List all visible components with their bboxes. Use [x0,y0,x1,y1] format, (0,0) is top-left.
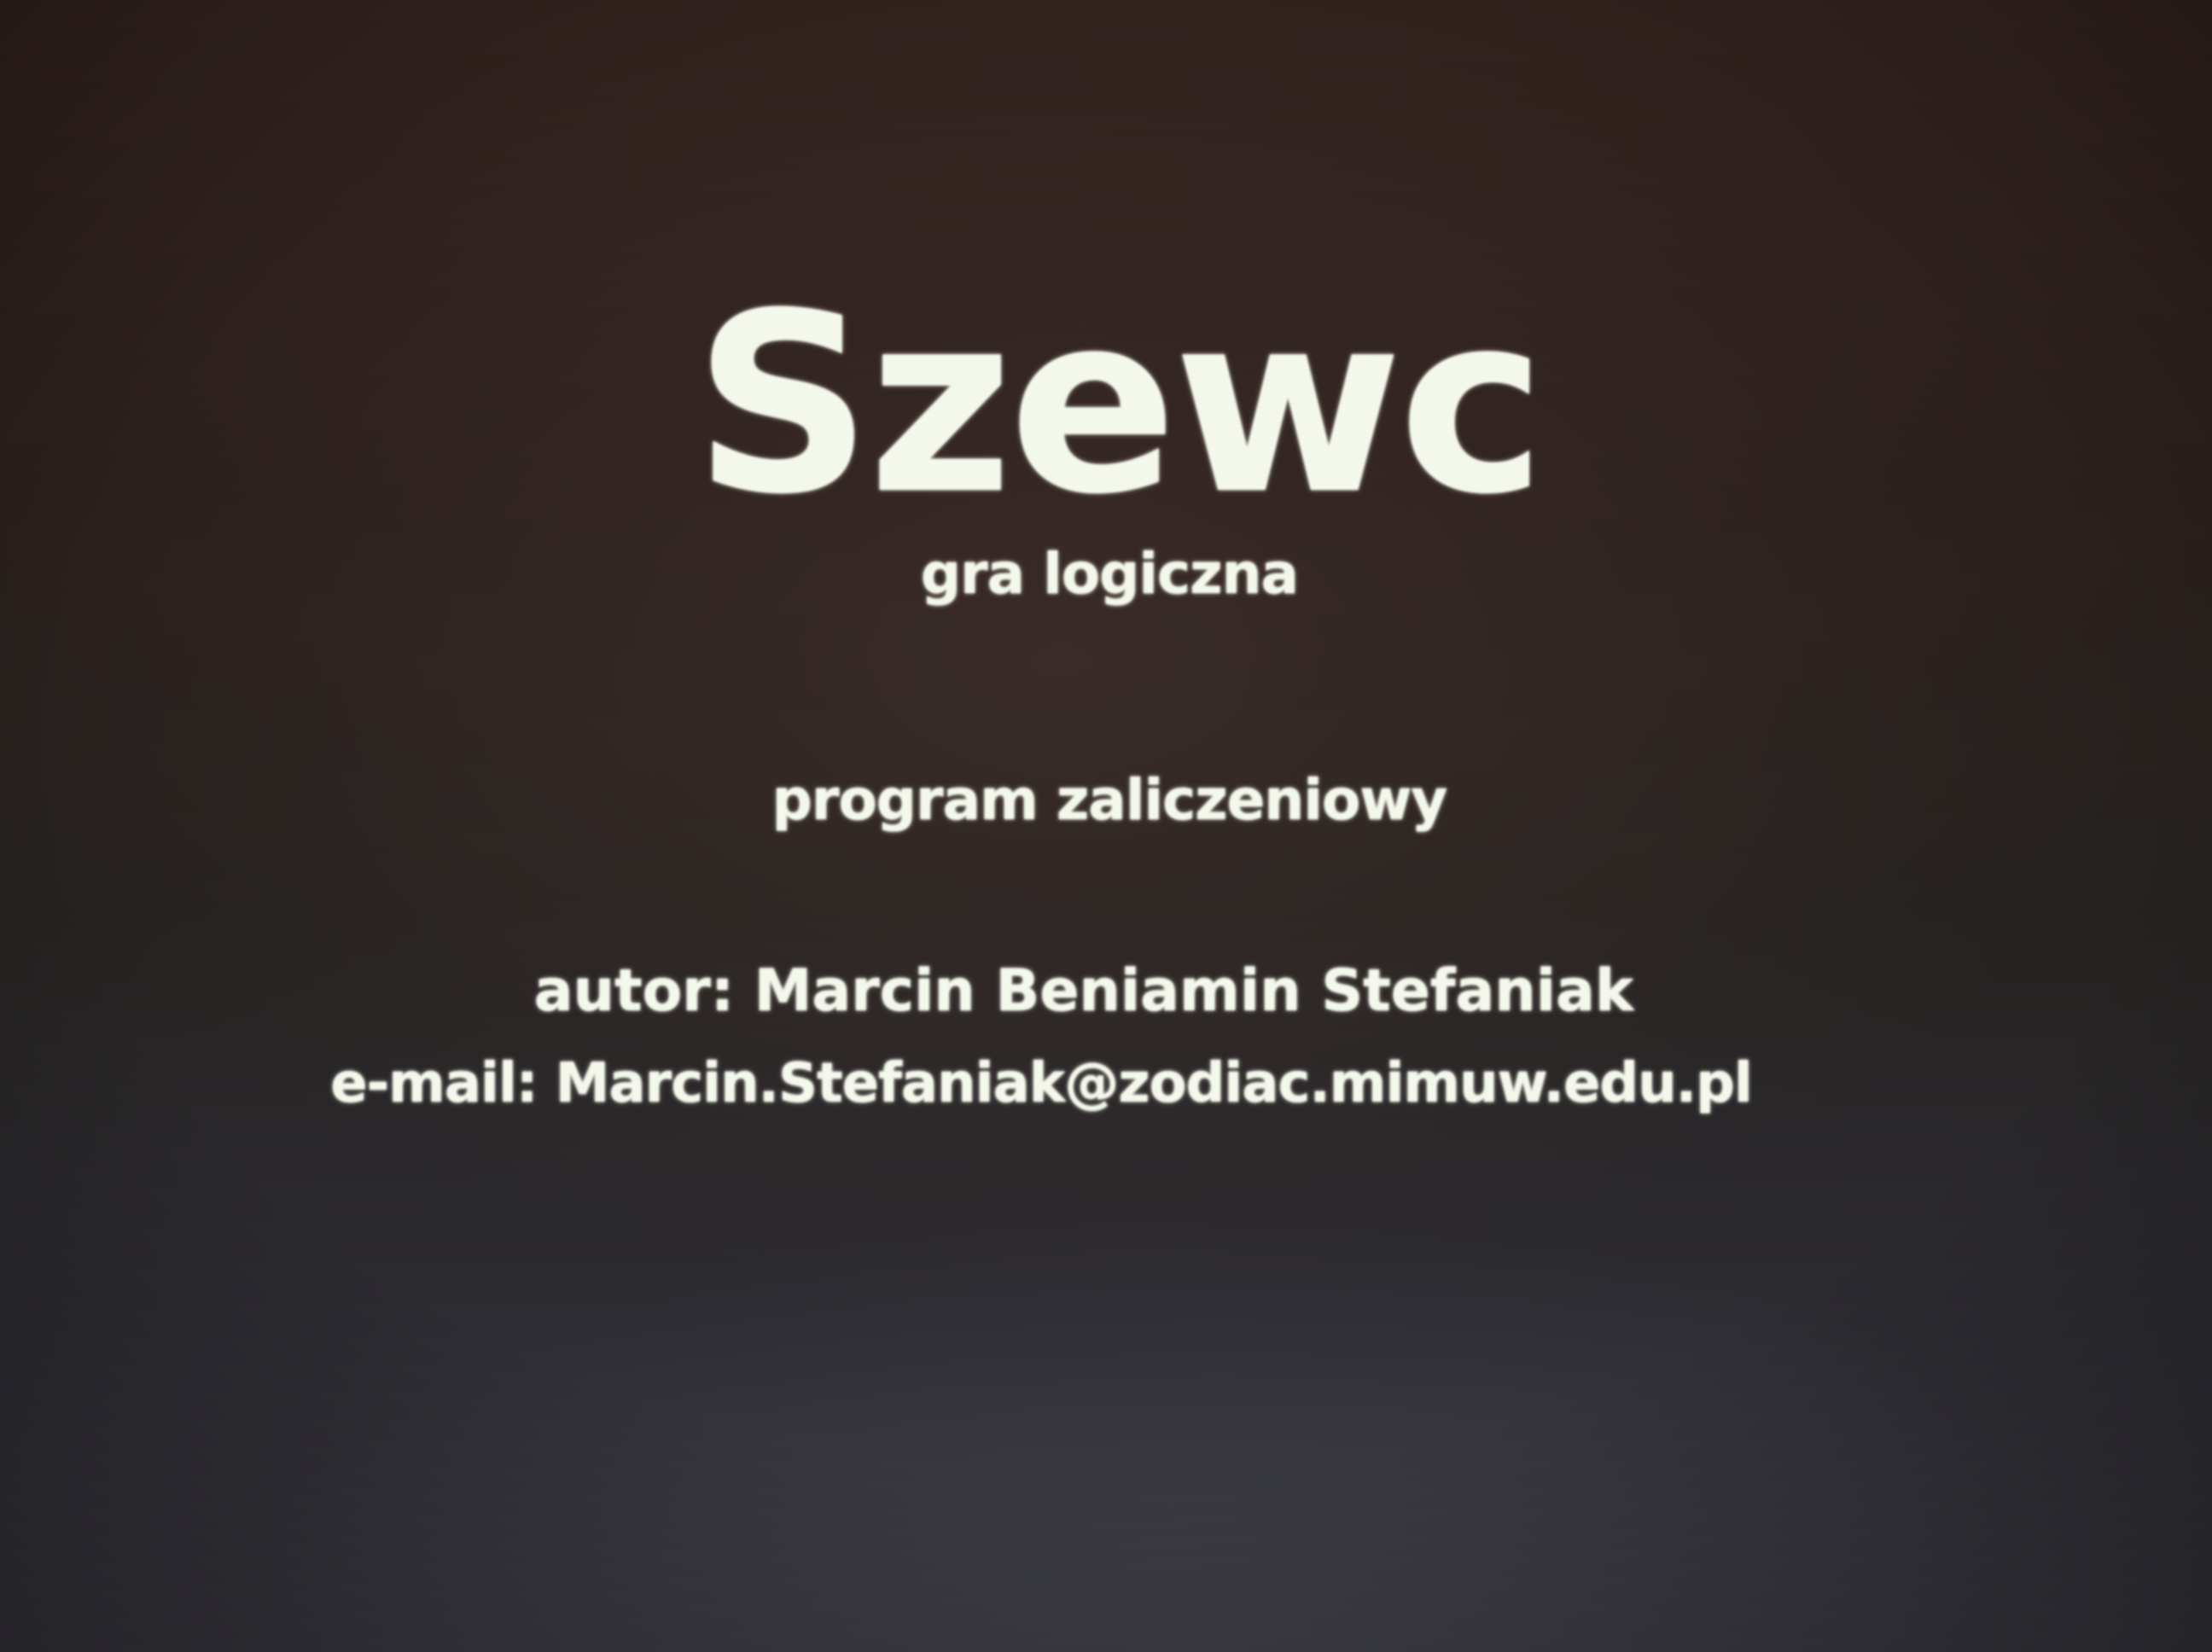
program-note: program zaliczeniowy [771,767,1448,833]
email-line: e-mail: Marcin.Stefaniak@zodiac.mimuw.ed… [330,1052,1753,1115]
author-line: autor: Marcin Beniamin Stefaniak [533,957,1634,1025]
game-title: Szewc [693,261,1545,549]
splash-screen: Szewc gra logiczna program zaliczeniowy … [0,0,2212,1652]
game-subtitle: gra logiczna [920,541,1299,607]
